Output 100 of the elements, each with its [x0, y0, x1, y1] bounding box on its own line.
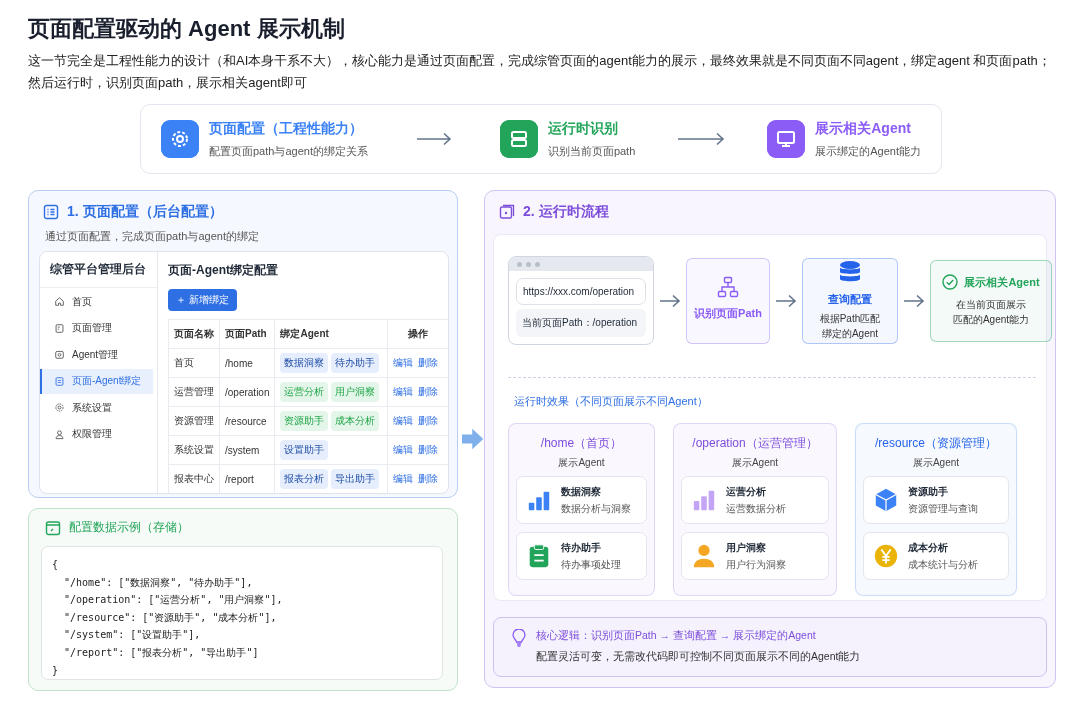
column-header: 操作 [388, 319, 448, 349]
panel-title: 1. 页面配置（后台配置） [67, 203, 223, 221]
sidebar-item[interactable]: 首页 [40, 289, 153, 315]
code-line: "/system": ["设置助手"], [63, 628, 201, 643]
action-link[interactable]: 删除 [418, 386, 439, 397]
page-path-title: /resource（资源管理） [875, 435, 997, 452]
action-link[interactable]: 删除 [418, 473, 439, 484]
arrow-icon [677, 132, 726, 146]
column-header: 绑定Agent [275, 319, 388, 349]
page-title: 页面配置驱动的 Agent 展示机制 [28, 15, 346, 43]
code-line: { [52, 558, 59, 572]
document-icon [54, 322, 65, 334]
agent-name: 数据洞察 [561, 484, 602, 499]
section-heading: 运行时效果（不同页面展示不同Agent） [514, 394, 709, 409]
home-icon [54, 296, 65, 308]
agent-description: 待办事项处理 [561, 557, 621, 572]
page-path-title: /home（首页） [540, 435, 623, 452]
agent-tag: 待办助手 [331, 353, 380, 373]
current-path-label: 当前页面Path：/operation [516, 309, 646, 337]
step-title: 展示相关Agent [815, 119, 912, 138]
step-title: 页面配置（工程性能力） [209, 119, 364, 138]
action-link[interactable]: 编辑 [393, 444, 414, 455]
step-description: 识别当前页面path [547, 143, 636, 159]
code-line: "/operation": ["运营分析", "用户洞察"], [63, 593, 283, 608]
action-link[interactable]: 编辑 [393, 357, 414, 368]
sidebar-item[interactable]: Agent管理 [40, 342, 153, 368]
sitemap-icon [717, 276, 739, 298]
arrow-icon [659, 293, 681, 308]
agent-tag: 资源助手 [280, 411, 329, 431]
add-binding-button[interactable]: ＋ 新增绑定 [168, 289, 237, 311]
agent-tag: 导出助手 [331, 469, 380, 489]
agent-tag: 数据洞察 [280, 353, 329, 373]
agent-description: 运营数据分析 [726, 501, 786, 516]
agent-tag: 设置助手 [280, 440, 329, 460]
agent-name: 成本分析 [908, 540, 949, 555]
arrow-icon [775, 293, 797, 308]
code-line: "/report": ["报表分析", "导出助手"] [63, 645, 259, 660]
intro-paragraph: 这一节完全是工程性能力的设计（和AI本身干系不大），核心能力是通过页面配置，完成综管页面的agent能力的展示，最终效果就是不同页面不同agent，绑定agent 和页面path；然后运行时，识别页面path，展示相关agent即可 [28, 52, 1052, 92]
action-link[interactable]: 删除 [418, 444, 439, 455]
cube-icon [873, 487, 899, 513]
note-title: 核心逻辑：识别页面Path → 查询配置 → 展示绑定的Agent [536, 629, 817, 644]
panel-title: 2. 运行时流程 [523, 203, 609, 221]
agent-tag: 成本分析 [331, 411, 380, 431]
sidebar-item[interactable]: 页面-Agent绑定 [40, 368, 153, 394]
table-cell: /resource [219, 406, 275, 436]
table-cell: /home [219, 348, 275, 378]
table-cell: /system [219, 435, 275, 465]
database-icon [838, 260, 862, 284]
step-description: 配置页面path与agent的绑定关系 [209, 143, 368, 159]
sidebar-item[interactable]: 权限管理 [40, 421, 153, 447]
step-title: 识别页面Path [694, 306, 762, 321]
agent-tag: 运营分析 [280, 382, 329, 402]
agent-description: 数据分析与洞察 [561, 501, 631, 516]
note-text: 配置灵活可变，无需改代码即可控制不同页面展示不同的Agent能力 [536, 650, 861, 665]
table-cell: 系统设置 [168, 435, 220, 465]
panel-subtitle: 通过页面配置，完成页面path与agent的绑定 [45, 229, 260, 244]
step-description: 根据Path匹配 绑定的Agent [819, 312, 881, 341]
step-description: 在当前页面展示 匹配的Agent能力 [952, 298, 1030, 327]
agent-name: 运营分析 [726, 484, 767, 499]
arrow-icon [415, 132, 452, 146]
action-link[interactable]: 编辑 [393, 473, 414, 484]
column-header: 页面名称 [168, 319, 220, 349]
code-line: "/home": ["数据洞察", "待办助手"], [63, 575, 253, 590]
page-subtitle: 展示Agent [731, 456, 779, 470]
table-cell: 运营管理 [168, 377, 220, 407]
agent-description: 成本统计与分析 [908, 557, 978, 572]
agent-description: 资源管理与查询 [908, 501, 978, 516]
step-title: 展示相关Agent [964, 274, 1040, 290]
sidebar-item[interactable]: 页面管理 [40, 315, 153, 341]
sidebar-item[interactable]: 系统设置 [40, 395, 153, 421]
table-cell: 首页 [168, 348, 220, 378]
column-header: 页面Path [219, 319, 275, 349]
agent-tag: 报表分析 [280, 469, 329, 489]
page-subtitle: 展示Agent [912, 456, 960, 470]
user-icon [691, 543, 717, 569]
agent-name: 待办助手 [561, 540, 602, 555]
agent-description: 用户行为洞察 [726, 557, 786, 572]
user-icon [54, 428, 65, 440]
action-link[interactable]: 删除 [418, 357, 439, 368]
action-link[interactable]: 编辑 [393, 386, 414, 397]
document-icon [54, 375, 65, 387]
calendar-icon [45, 519, 61, 536]
table-cell: /operation [219, 377, 275, 407]
page-path-title: /operation（运营管理） [692, 435, 818, 452]
app-title: 综管平台管理后台 [40, 252, 157, 288]
table-cell: 报表中心 [168, 464, 220, 493]
agent-name: 资源助手 [908, 484, 949, 499]
yen-coin-icon [873, 543, 899, 569]
action-link[interactable]: 删除 [418, 415, 439, 426]
page-subtitle: 展示Agent [558, 456, 605, 470]
action-link[interactable]: 编辑 [393, 415, 414, 426]
arrow-icon [903, 293, 925, 308]
page-heading: 页面-Agent绑定配置 [168, 262, 279, 279]
panel-title: 配置数据示例（存储） [69, 519, 189, 536]
step-title: 运行时识别 [547, 119, 619, 138]
lightbulb-icon [512, 629, 526, 648]
list-icon [43, 204, 59, 220]
code-line: } [52, 663, 59, 678]
settings-icon [54, 402, 65, 414]
step-title: 查询配置 [828, 292, 872, 307]
